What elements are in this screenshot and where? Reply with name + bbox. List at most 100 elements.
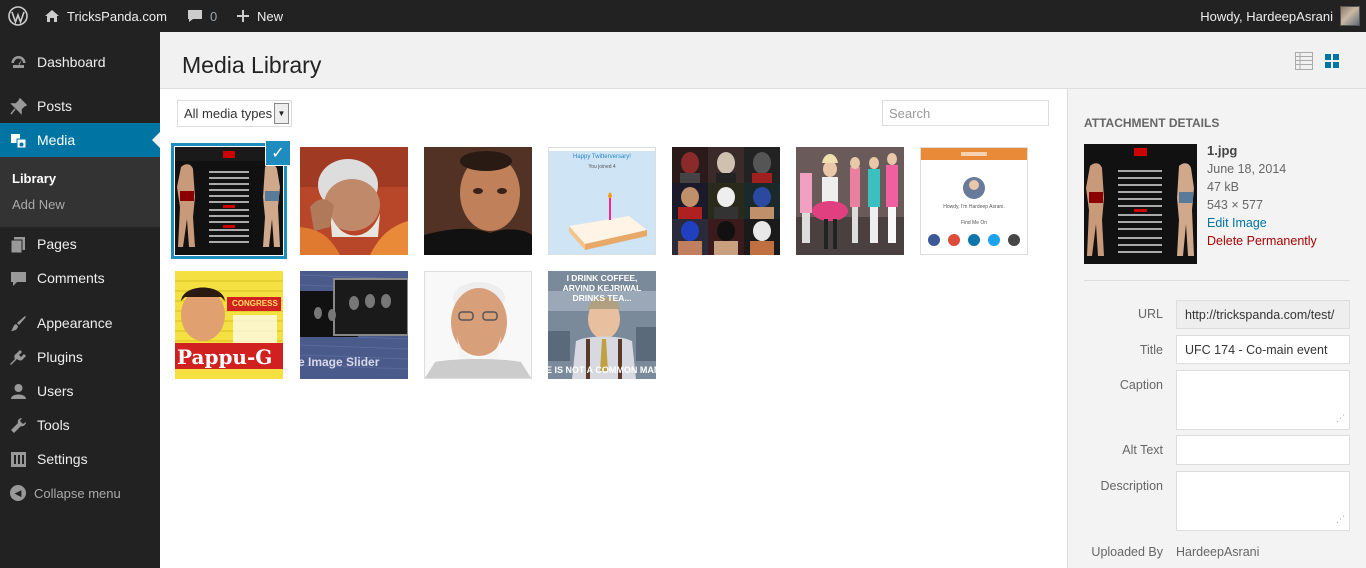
title-value: UFC 174 - Co-main event	[1185, 342, 1328, 357]
menu-posts[interactable]: Posts	[0, 89, 160, 123]
users-icon	[10, 383, 27, 400]
media-type-filter[interactable]: All media types ▼	[177, 100, 292, 127]
media-tile-fashion-group[interactable]	[796, 147, 904, 255]
attachment-info: 1.jpg June 18, 2014 47 kB 543 × 577 Edit…	[1207, 142, 1317, 250]
slider-text: e Image Slider	[300, 355, 380, 369]
uploaded-by-label: Uploaded By	[1091, 545, 1163, 559]
media-tile-modi-orange[interactable]	[300, 147, 408, 255]
media-tile-image-slider-banner[interactable]: e Image Slider	[300, 271, 408, 379]
comment-icon	[10, 270, 27, 287]
home-icon	[45, 10, 59, 22]
view-switch	[1294, 51, 1342, 71]
url-label: URL	[1137, 307, 1163, 321]
title-field[interactable]: UFC 174 - Co-main event	[1176, 335, 1350, 364]
media-tile-twitterversary-cake[interactable]: Happy Twitterversary! You joined 4	[548, 147, 656, 255]
menu-dashboard[interactable]: Dashboard	[0, 45, 160, 79]
twitter-card-subtitle: You joined 4	[588, 164, 616, 170]
admin-sidebar: Dashboard Posts Media Library Add New Pa…	[0, 32, 160, 568]
attachment-details-heading: ATTACHMENT DETAILS	[1084, 116, 1220, 130]
meme-bottom-text: E IS NOT A COMMON MAN	[548, 365, 656, 375]
media-tile-pappu-g-poster[interactable]: CONGRESS Pappu-G	[175, 271, 283, 379]
collapse-menu-button[interactable]: ◀ Collapse menu	[10, 485, 121, 501]
brush-icon	[10, 315, 27, 332]
menu-label: Posts	[37, 98, 73, 114]
menu-plugins[interactable]: Plugins	[0, 340, 160, 374]
find-me-text: Find Me On	[960, 220, 988, 226]
menu-label: Pages	[37, 236, 77, 252]
attachment-filesize: 47 kB	[1207, 180, 1239, 194]
grid-view-icon[interactable]	[1322, 51, 1342, 71]
menu-comments[interactable]: Comments	[0, 261, 160, 295]
my-account-link[interactable]: Howdy, HardeepAsrani	[1200, 0, 1366, 32]
media-tile-coffee-meme[interactable]: I DRINK COFFEE, ARVIND KEJRIWAL DRINKS T…	[548, 271, 656, 379]
edit-image-link[interactable]: Edit Image	[1207, 214, 1317, 232]
site-name: TricksPanda.com	[67, 8, 167, 24]
comment-bubble-icon	[188, 10, 202, 22]
howdy-text: Howdy, HardeepAsrani	[1200, 8, 1333, 24]
plus-icon	[237, 10, 249, 22]
menu-users[interactable]: Users	[0, 374, 160, 408]
howdy-card-text: Howdy, I'm Hardeep Asrani.	[943, 204, 1005, 210]
menu-appearance[interactable]: Appearance	[0, 306, 160, 340]
menu-media[interactable]: Media	[0, 123, 160, 157]
title-label: Title	[1139, 343, 1163, 357]
site-name-link[interactable]: TricksPanda.com	[44, 0, 167, 32]
collapse-arrow-icon: ◀	[10, 485, 26, 501]
page-title: Media Library	[182, 52, 322, 78]
menu-label: Settings	[37, 451, 88, 467]
alt-text-field[interactable]	[1176, 435, 1350, 465]
resize-grip-icon[interactable]: ⋰	[1336, 514, 1345, 525]
avatar	[1340, 6, 1360, 26]
comments-count: 0	[210, 8, 218, 24]
menu-tools[interactable]: Tools	[0, 408, 160, 442]
menu-label: Dashboard	[37, 54, 106, 70]
media-tile-masked-wrestlers-collage[interactable]	[672, 147, 780, 255]
media-tile-fighter-closeup[interactable]	[424, 147, 532, 255]
wrench-icon	[10, 417, 27, 434]
collapse-label: Collapse menu	[34, 485, 121, 501]
menu-pages[interactable]: Pages	[0, 227, 160, 261]
submenu-add-new[interactable]: Add New	[12, 197, 65, 212]
url-field[interactable]: http://trickspanda.com/test/	[1176, 300, 1350, 329]
attachment-details-panel: ATTACHMENT DETAILS 1.jpg June 18, 2014 4…	[1067, 89, 1366, 568]
caption-field[interactable]: ⋰	[1176, 370, 1350, 430]
details-divider	[1084, 280, 1350, 281]
pages-icon	[10, 236, 27, 253]
dashboard-icon	[10, 54, 27, 71]
admin-bar: TricksPanda.com 0 New Howdy, HardeepAsra…	[0, 0, 1366, 32]
twitter-card-title: Happy Twitterversary!	[573, 154, 631, 160]
menu-label: Plugins	[37, 349, 83, 365]
new-content-link[interactable]: New	[236, 0, 283, 32]
dropdown-arrow-icon: ▼	[274, 103, 289, 124]
menu-label: Users	[37, 383, 74, 399]
media-tile-howdy-profile-card[interactable]: Howdy, I'm Hardeep Asrani. Find Me On	[920, 147, 1028, 255]
alt-text-label: Alt Text	[1122, 443, 1163, 457]
attachment-filename: 1.jpg	[1207, 143, 1238, 158]
filter-value: All media types	[184, 106, 273, 121]
uploaded-by-value: HardeepAsrani	[1176, 545, 1260, 559]
menu-label: Media	[37, 132, 76, 148]
attachment-thumbnail	[1084, 144, 1197, 264]
url-value: http://trickspanda.com/test/	[1185, 307, 1335, 322]
caption-label: Caption	[1119, 378, 1163, 392]
new-label: New	[257, 8, 284, 24]
media-grid-area: All media types ▼ ✓	[160, 89, 1067, 568]
delete-permanently-link[interactable]: Delete Permanently	[1207, 232, 1317, 250]
menu-label: Comments	[37, 270, 105, 286]
menu-settings[interactable]: Settings	[0, 442, 160, 476]
attachment-dimensions: 543 × 577	[1207, 198, 1263, 212]
media-tile-modi-portrait[interactable]	[424, 271, 532, 379]
description-label: Description	[1100, 479, 1163, 493]
selected-checkmark-icon[interactable]: ✓	[265, 140, 291, 166]
search-input[interactable]	[882, 100, 1049, 126]
page-header: Media Library	[160, 32, 1366, 89]
resize-grip-icon[interactable]: ⋰	[1336, 413, 1345, 424]
submenu-library[interactable]: Library	[12, 171, 56, 186]
description-field[interactable]: ⋰	[1176, 471, 1350, 531]
menu-label: Tools	[37, 417, 70, 433]
comments-link[interactable]: 0	[187, 0, 217, 32]
plug-icon	[10, 349, 27, 366]
settings-icon	[10, 451, 27, 468]
list-view-icon[interactable]	[1294, 51, 1314, 71]
wordpress-logo-icon[interactable]	[8, 0, 28, 32]
